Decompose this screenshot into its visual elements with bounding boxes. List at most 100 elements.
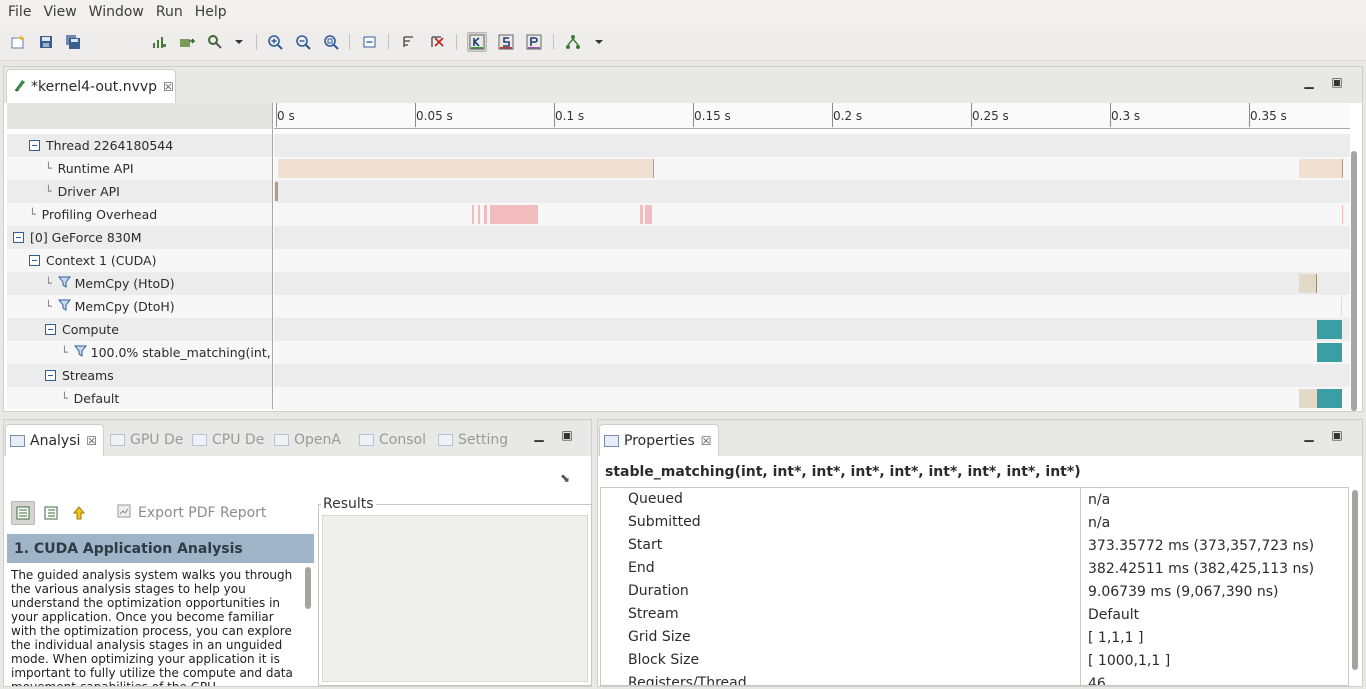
maximize-icon[interactable]: ▣	[1329, 428, 1345, 442]
memcpy-dtoh-bar[interactable]	[1341, 297, 1342, 316]
property-row[interactable]: Stream Default	[601, 603, 1348, 626]
property-row[interactable]: End 382.42511 ms (382,425,113 ns)	[601, 557, 1348, 580]
property-row[interactable]: Submitted n/a	[601, 511, 1348, 534]
export-pdf-button[interactable]: Export PDF Report	[116, 501, 266, 525]
minimize-icon[interactable]: ▁	[1301, 75, 1317, 89]
tab-analysis[interactable]: Analysi ☒	[5, 424, 105, 456]
close-icon[interactable]: ☒	[86, 434, 97, 448]
menu-file[interactable]: File	[2, 0, 37, 25]
profiling-overhead-bar[interactable]	[640, 205, 643, 224]
property-row[interactable]: Block Size [ 1000,1,1 ]	[601, 649, 1348, 672]
property-row[interactable]: Grid Size [ 1,1,1 ]	[601, 626, 1348, 649]
timeline-row[interactable]: Streams	[7, 364, 272, 387]
timeline-row[interactable]: Compute	[7, 318, 272, 341]
tab-console[interactable]: Consol	[359, 424, 426, 456]
menu-help[interactable]: Help	[189, 0, 233, 25]
tab-properties[interactable]: Properties ☒	[599, 424, 719, 456]
property-row[interactable]: Queued n/a	[601, 488, 1348, 511]
menu-window[interactable]: Window	[83, 0, 150, 25]
dropdown-chevron-icon[interactable]	[589, 32, 609, 52]
clear-filter-icon[interactable]	[427, 32, 447, 52]
zoom-fit-icon[interactable]	[321, 32, 341, 52]
scrollbar-thumb[interactable]	[1351, 151, 1357, 411]
unguided-analysis-icon[interactable]	[39, 501, 63, 525]
zoom-out-icon[interactable]	[293, 32, 313, 52]
timeline-lane[interactable]	[274, 226, 1350, 249]
collapse-icon[interactable]	[29, 255, 40, 266]
profiling-overhead-bar[interactable]	[472, 205, 474, 224]
timeline-lane[interactable]	[274, 203, 1350, 226]
minimize-icon[interactable]: ▁	[1301, 428, 1317, 442]
scrollbar-thumb[interactable]	[1352, 490, 1358, 670]
timeline-lane[interactable]	[274, 387, 1350, 410]
collapse-all-icon[interactable]	[360, 32, 380, 52]
save-icon[interactable]	[36, 32, 56, 52]
menu-run[interactable]: Run	[150, 0, 189, 25]
collapse-icon[interactable]	[29, 140, 40, 151]
timeline-row[interactable]: [0] GeForce 830M	[7, 226, 272, 249]
guided-analysis-icon[interactable]	[11, 501, 35, 525]
analyze-icon[interactable]	[205, 32, 225, 52]
minimize-icon[interactable]: ▁	[531, 428, 547, 442]
profiling-overhead-bar[interactable]	[645, 205, 652, 224]
close-icon[interactable]: ☒	[163, 80, 174, 94]
driver-api-bar[interactable]	[275, 182, 278, 201]
tab-gpu-details[interactable]: GPU De	[110, 424, 183, 456]
maximize-icon[interactable]: ▣	[1329, 75, 1345, 89]
timeline-lane[interactable]	[274, 318, 1350, 341]
timeline-row[interactable]: └ Runtime API	[7, 157, 272, 180]
profiling-overhead-bar[interactable]	[1342, 205, 1343, 224]
stream-kernel-bar[interactable]	[1317, 389, 1342, 408]
timeline-lane[interactable]	[274, 134, 1350, 157]
profiling-overhead-bar[interactable]	[478, 205, 480, 224]
tab-openacc[interactable]: OpenA	[274, 424, 341, 456]
timeline-lane[interactable]	[274, 272, 1350, 295]
dropdown-chevron-icon[interactable]	[229, 32, 249, 52]
collapse-icon[interactable]	[13, 232, 24, 243]
timeline-scrollbar[interactable]	[1349, 141, 1359, 441]
scrollbar-thumb[interactable]	[305, 567, 311, 609]
timeline-lane[interactable]	[274, 364, 1350, 387]
timeline-row[interactable]: Thread 2264180544	[7, 134, 272, 157]
up-arrow-icon[interactable]	[67, 501, 91, 525]
property-row[interactable]: Start 373.35772 ms (373,357,723 ns)	[601, 534, 1348, 557]
kernel-bar[interactable]	[1317, 343, 1342, 362]
kernel-mode-icon[interactable]	[467, 32, 487, 52]
menu-view[interactable]: View	[37, 0, 82, 25]
memcpy-htod-bar[interactable]	[1299, 274, 1317, 293]
timeline-row[interactable]: Context 1 (CUDA)	[7, 249, 272, 272]
import-icon[interactable]	[149, 32, 169, 52]
stream-mode-icon[interactable]	[496, 32, 516, 52]
property-row[interactable]: Duration 9.06739 ms (9,067,390 ns)	[601, 580, 1348, 603]
timeline-row[interactable]: └ MemCpy (DtoH)	[7, 295, 272, 318]
properties-scrollbar[interactable]	[1350, 488, 1360, 686]
timeline-lane[interactable]	[274, 180, 1350, 203]
runtime-api-bar[interactable]	[278, 159, 654, 178]
maximize-icon[interactable]: ▣	[559, 428, 575, 442]
tab-cpu-details[interactable]: CPU De	[192, 424, 264, 456]
section-scrollbar[interactable]	[303, 565, 313, 686]
kernel-bar[interactable]	[1317, 320, 1342, 339]
timeline-lane[interactable]	[274, 249, 1350, 272]
property-row[interactable]: Registers/Thread 46	[601, 672, 1348, 685]
timeline-lane[interactable]	[274, 295, 1350, 318]
mode-toggle-icon[interactable]: ⬊	[560, 471, 570, 485]
runtime-api-bar[interactable]	[1299, 159, 1343, 178]
timeline-lane[interactable]	[274, 157, 1350, 180]
dependency-icon[interactable]	[563, 32, 583, 52]
timeline-row[interactable]: └ Driver API	[7, 180, 272, 203]
export-icon[interactable]	[177, 32, 197, 52]
profiling-overhead-bar[interactable]	[484, 205, 487, 224]
collapse-icon[interactable]	[45, 370, 56, 381]
tab-kernel4-out[interactable]: *kernel4-out.nvvp ☒	[6, 69, 176, 103]
tab-settings[interactable]: Setting	[438, 424, 508, 456]
process-mode-icon[interactable]	[524, 32, 544, 52]
new-session-icon[interactable]	[8, 32, 28, 52]
close-icon[interactable]: ☒	[701, 434, 712, 448]
stream-memcpy-bar[interactable]	[1299, 389, 1317, 408]
timeline-row[interactable]: └ Profiling Overhead	[7, 203, 272, 226]
save-all-icon[interactable]	[63, 32, 83, 52]
timeline-row[interactable]: └ 100.0% stable_matching(int, i...	[7, 341, 272, 364]
zoom-in-icon[interactable]	[265, 32, 285, 52]
profiling-overhead-bar[interactable]	[490, 205, 538, 224]
